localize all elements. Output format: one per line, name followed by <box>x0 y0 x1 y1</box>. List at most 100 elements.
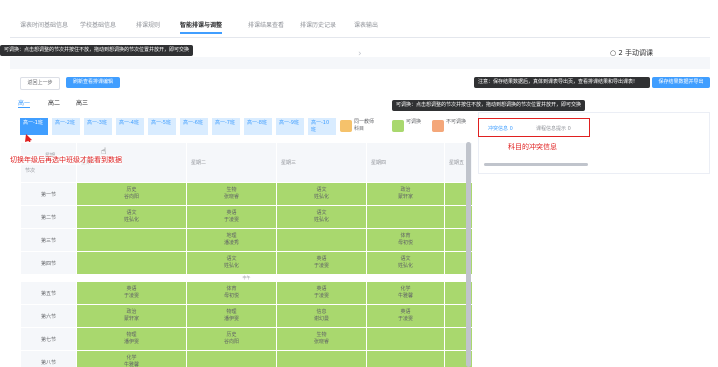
lesson-cell[interactable] <box>366 327 445 351</box>
lesson-cell[interactable]: 生物 张晓睿 <box>276 327 367 351</box>
lesson-cell[interactable]: 体育 母初悦 <box>366 228 445 252</box>
lesson-cell[interactable] <box>366 350 445 367</box>
lesson-cell[interactable]: 英语 于凌雯 <box>276 251 367 275</box>
class-chip[interactable]: 高一-6班 <box>180 118 208 135</box>
corner-period-label: 节次 <box>25 167 36 174</box>
export-note: 注意：保存结果数据后，真体到课表导出页，查看排课结果和导出课表! <box>474 77 650 88</box>
manual-adjust-label: 2 手动调课 <box>618 49 654 57</box>
tab-school-info[interactable]: 学校基础信息 <box>80 20 116 32</box>
lesson-subject: 物理 <box>226 309 237 315</box>
lesson-subject: 语文 <box>316 187 327 193</box>
period-label: 第五节 <box>20 281 77 305</box>
lesson-cell[interactable]: 信息 谢幻曼 <box>276 304 367 328</box>
table-row: 第七节 物理 潘伊雯 历史 谷向阳 生物 张晓睿 <box>20 327 473 351</box>
lesson-subject: 物理 <box>126 332 137 338</box>
lesson-subject: 英语 <box>316 256 327 262</box>
cursor-icon: ☝ <box>101 147 107 157</box>
class-chip[interactable]: 高一-1班 <box>20 118 48 135</box>
lesson-teacher: 母初悦 <box>397 240 413 246</box>
lesson-cell[interactable]: 英语 于凌雯 <box>276 281 367 305</box>
tab-smart-schedule[interactable]: 智能排课与调整 <box>180 20 223 34</box>
lesson-teacher: 潘凌秀 <box>223 240 239 246</box>
tab-result-view[interactable]: 排课结果查看 <box>248 20 284 32</box>
grade-tab-2[interactable]: 高二 <box>48 98 60 107</box>
lesson-cell[interactable]: 政治 蒙轩家 <box>76 304 187 328</box>
chevron-right-icon: › <box>358 49 362 59</box>
lesson-teacher: 姓弘化 <box>397 263 413 269</box>
lesson-cell[interactable] <box>76 251 187 275</box>
lesson-cell[interactable]: 历史 谷向阳 <box>186 327 277 351</box>
lesson-cell[interactable]: 化学 牛雅馨 <box>76 350 187 367</box>
class-chip[interactable]: 高一-7班 <box>212 118 240 135</box>
lesson-subject: 政治 <box>126 309 137 315</box>
lesson-teacher: 姓弘化 <box>313 217 329 223</box>
lesson-subject: 历史 <box>226 332 237 338</box>
lesson-cell[interactable]: 英语 于凌雯 <box>186 205 277 229</box>
refresh-button[interactable]: 刷新查看排课编辑 <box>66 77 120 88</box>
lesson-cell[interactable] <box>186 350 277 367</box>
class-chip[interactable]: 高一-5班 <box>148 118 176 135</box>
tab-history[interactable]: 排课历史记录 <box>300 20 336 32</box>
lesson-teacher: 母初悦 <box>223 293 239 299</box>
tab-time-info[interactable]: 课表时间基础信息 <box>20 20 68 32</box>
day-header: 星期二 <box>186 142 277 183</box>
tab-course-hint[interactable]: 课程信息提示 0 <box>536 125 571 132</box>
lesson-subject: 英语 <box>226 210 237 216</box>
class-chip[interactable]: 高一-4班 <box>116 118 144 135</box>
panel-scrollbar[interactable] <box>484 163 588 166</box>
lesson-cell[interactable]: 物理 潘伊雯 <box>186 304 277 328</box>
lesson-subject: 化学 <box>126 355 137 361</box>
prev-step-button[interactable]: 返回上一步 <box>20 77 60 90</box>
grade-tab-3[interactable]: 高三 <box>76 98 88 107</box>
lesson-teacher: 于凌雯 <box>223 217 239 223</box>
lesson-cell[interactable] <box>76 228 187 252</box>
period-label: 第四节 <box>20 251 77 275</box>
lesson-cell[interactable] <box>276 350 367 367</box>
lesson-cell[interactable]: 英语 于凌雯 <box>76 281 187 305</box>
lesson-teacher: 谷向阳 <box>123 194 139 200</box>
lesson-cell[interactable]: 地理 潘凌秀 <box>186 228 277 252</box>
lesson-subject: 语文 <box>400 256 411 262</box>
lesson-cell[interactable]: 语文 姓弘化 <box>186 251 277 275</box>
lesson-cell[interactable]: 物理 潘伊雯 <box>76 327 187 351</box>
noon-label: 中午 <box>20 274 473 282</box>
tab-conflict-info[interactable]: 冲突信息 0 <box>488 125 513 132</box>
lesson-cell[interactable]: 体育 母初悦 <box>186 281 277 305</box>
lesson-teacher: 于凌雯 <box>313 263 329 269</box>
tab-rules[interactable]: 排课规则 <box>136 20 160 32</box>
legend-swatch-swappable <box>392 120 404 132</box>
lesson-cell[interactable] <box>276 228 367 252</box>
lesson-cell[interactable]: 生物 张晓睿 <box>186 182 277 206</box>
lesson-teacher: 张晓睿 <box>223 194 239 200</box>
class-chip[interactable]: 高一-8班 <box>244 118 272 135</box>
lesson-cell[interactable]: 语文 姓弘化 <box>76 205 187 229</box>
manual-adjust-step: ○ 2 手动调课 <box>610 48 653 58</box>
lesson-teacher: 蒙轩家 <box>397 194 413 200</box>
export-button[interactable]: 保存结果数据并导出 <box>652 77 710 88</box>
lesson-teacher: 蒙轩家 <box>123 316 139 322</box>
class-chip[interactable]: 高一-9班 <box>276 118 304 135</box>
timetable-scrollbar[interactable] <box>466 142 471 367</box>
class-chip[interactable]: 高一-2班 <box>52 118 80 135</box>
lesson-cell[interactable]: 政治 蒙轩家 <box>366 182 445 206</box>
lesson-subject: 体育 <box>226 286 237 292</box>
lesson-subject: 政治 <box>400 187 411 193</box>
lesson-cell[interactable]: 化学 牛雅馨 <box>366 281 445 305</box>
lesson-teacher: 潘伊雯 <box>223 316 239 322</box>
lesson-subject: 化学 <box>400 286 411 292</box>
lesson-cell[interactable]: 语文 姓弘化 <box>276 205 367 229</box>
noon-row: 中午 <box>20 274 473 282</box>
lesson-cell[interactable]: 英语 于凌雯 <box>366 304 445 328</box>
class-chip[interactable]: 高一-10班 <box>308 118 336 135</box>
grade-tab-1[interactable]: 高一 <box>18 98 31 108</box>
lesson-cell[interactable] <box>366 205 445 229</box>
lesson-teacher: 谢幻曼 <box>313 316 329 322</box>
lesson-subject: 地理 <box>226 233 237 239</box>
lesson-cell[interactable]: 语文 姓弘化 <box>276 182 367 206</box>
period-label: 第七节 <box>20 327 77 351</box>
lesson-cell[interactable]: 历史 谷向阳 <box>76 182 187 206</box>
lesson-cell[interactable]: 语文 姓弘化 <box>366 251 445 275</box>
period-label: 第二节 <box>20 205 77 229</box>
class-chip[interactable]: 高一-3班 <box>84 118 112 135</box>
tab-output[interactable]: 课表输出 <box>354 20 378 32</box>
